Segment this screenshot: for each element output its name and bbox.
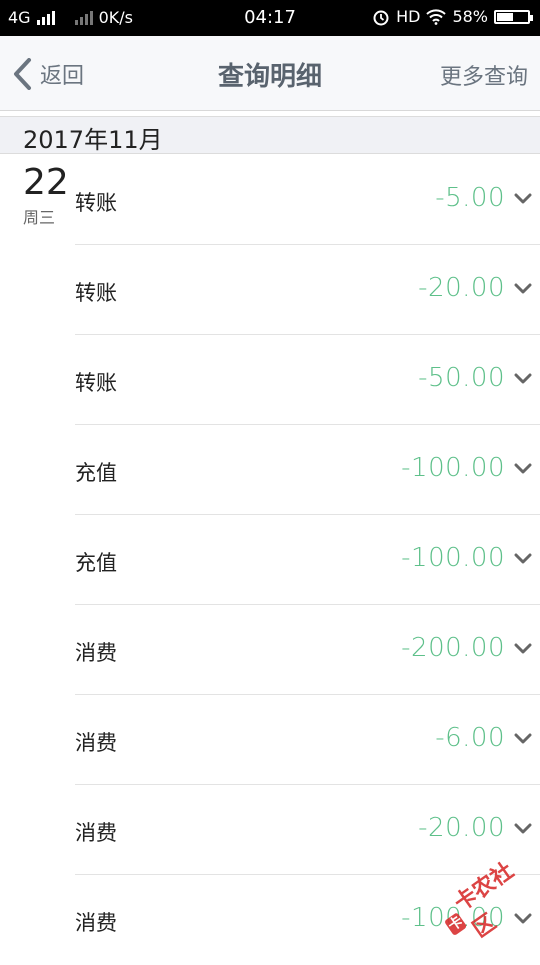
date-day: 22 [23,162,69,203]
transaction-list: 转账 -5.00 转账 -20.00 转账 -50.00 充值 -100.00 … [75,155,540,965]
transaction-type: 转账 [75,281,117,305]
status-right: HD 58% [372,7,533,26]
battery-percent: 58% [452,7,488,26]
chevron-down-icon [514,283,532,294]
transaction-amount: -20.00 [418,813,505,843]
chevron-down-icon [514,373,532,384]
nav-bar: 返回 查询明细 更多查询 [0,36,540,111]
transaction-type: 消费 [75,641,117,665]
battery-icon [494,9,533,24]
transaction-row[interactable]: 充值 -100.00 [75,425,540,515]
transaction-type: 消费 [75,731,117,755]
chevron-down-icon [514,643,532,654]
month-header: 2017年11月 [0,116,540,154]
transaction-row[interactable]: 消费 -6.00 [75,695,540,785]
chevron-down-icon [514,463,532,474]
transaction-type: 充值 [75,551,117,575]
transaction-type: 消费 [75,821,117,845]
transaction-type: 充值 [75,461,117,485]
transaction-type: 转账 [75,191,117,215]
transaction-type: 消费 [75,911,117,935]
transaction-amount: -5.00 [435,183,505,213]
transaction-amount: -50.00 [418,363,505,393]
wifi-icon [426,8,447,25]
transaction-amount: -100.00 [401,543,505,573]
chevron-down-icon [514,553,532,564]
transaction-amount: -20.00 [418,273,505,303]
chevron-down-icon [514,823,532,834]
date-weekday: 周三 [23,208,56,227]
transaction-row[interactable]: 消费 -20.00 [75,785,540,875]
chevron-down-icon [514,733,532,744]
transaction-amount: -6.00 [435,723,505,753]
chevron-down-icon [514,193,532,204]
date-group: 22 周三 [23,164,73,228]
transaction-amount: -100.00 [401,453,505,483]
transaction-amount: -200.00 [401,633,505,663]
month-label: 2017年11月 [23,126,163,154]
transaction-row[interactable]: 转账 -5.00 [75,155,540,245]
status-bar: 4G 0K/s 04:17 HD 58% [0,0,540,36]
transaction-row[interactable]: 转账 -50.00 [75,335,540,425]
transaction-row[interactable]: 充值 -100.00 [75,515,540,605]
transaction-row[interactable]: 消费 -200.00 [75,605,540,695]
hd-badge: HD [396,7,421,26]
transaction-type: 转账 [75,371,117,395]
alarm-icon [373,10,389,25]
more-query-button[interactable]: 更多查询 [440,59,528,91]
transaction-row[interactable]: 转账 -20.00 [75,245,540,335]
